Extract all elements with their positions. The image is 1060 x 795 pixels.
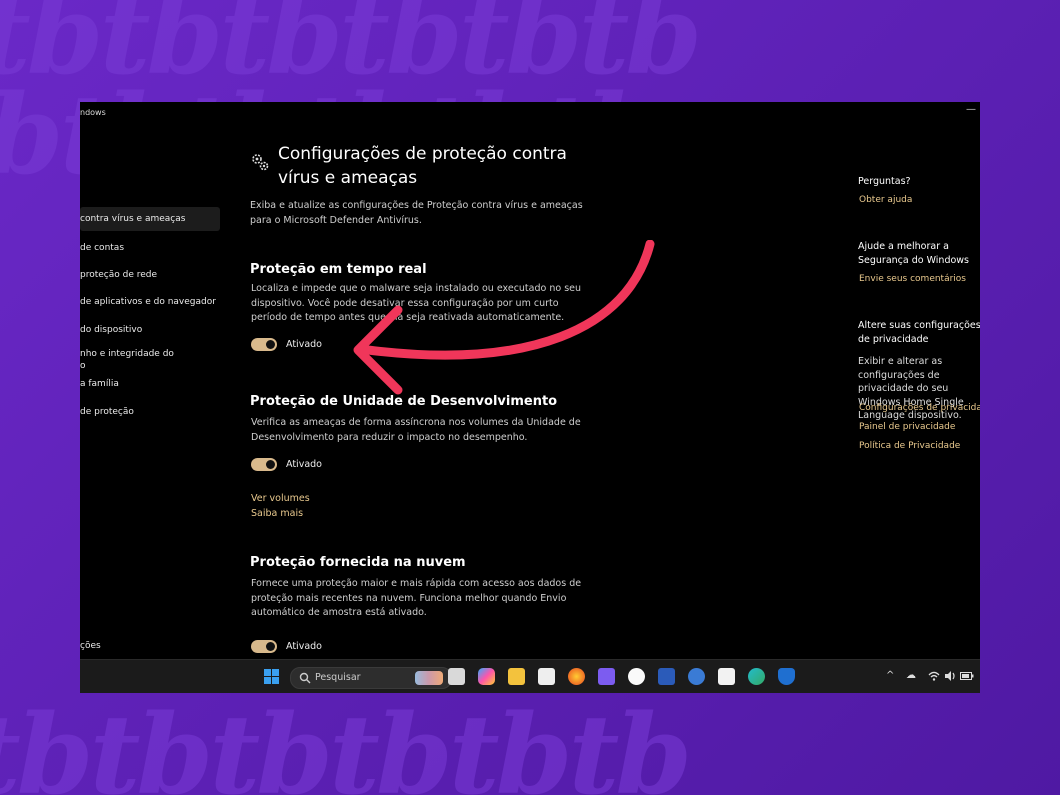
store-icon[interactable] <box>538 668 555 685</box>
page-description: Exiba e atualize as configurações de Pro… <box>250 200 583 226</box>
onedrive-icon[interactable]: ☁ <box>906 670 916 681</box>
app3-icon[interactable] <box>718 668 735 685</box>
questions-heading: Perguntas? <box>858 176 911 187</box>
cloud-description: Fornece uma proteção maior e mais rápida… <box>251 578 582 618</box>
toggle-knob <box>266 642 275 651</box>
copilot-icon[interactable] <box>478 668 495 685</box>
gears-icon <box>252 154 269 171</box>
toggle-knob <box>266 340 275 349</box>
annotation-arrow <box>353 240 655 395</box>
task-view-icon[interactable] <box>448 668 465 685</box>
edge-icon[interactable] <box>748 668 765 685</box>
minimize-button[interactable]: — <box>966 104 976 115</box>
title-bar: ndows — <box>80 102 980 126</box>
devdrive-toggle[interactable] <box>251 458 277 471</box>
sidebar-item-virus[interactable]: contra vírus e ameaças <box>80 207 220 231</box>
search-placeholder: Pesquisar <box>315 672 361 683</box>
toggle-knob <box>266 460 275 469</box>
word-icon[interactable] <box>658 668 675 685</box>
privacy-policy-link[interactable]: Política de Privacidade <box>859 441 960 451</box>
sidebar-item-accounts[interactable]: de contas <box>80 236 220 260</box>
firefox-icon[interactable] <box>568 668 585 685</box>
battery-icon[interactable] <box>960 672 974 680</box>
sidebar-item-apps[interactable]: de aplicativos e do navegador <box>80 290 220 314</box>
app2-icon[interactable] <box>688 668 705 685</box>
defender-icon[interactable] <box>778 668 795 685</box>
windows-start-icon[interactable] <box>263 668 280 685</box>
sidebar-item-network[interactable]: proteção de rede <box>80 263 220 287</box>
tray-chevron-icon[interactable]: ^ <box>886 670 894 681</box>
improve-heading: Ajude a melhorar a Segurança do Windows <box>858 241 970 266</box>
cloud-toggle[interactable] <box>251 640 277 653</box>
sidebar-item-history[interactable]: de proteção <box>80 400 220 424</box>
realtime-toggle[interactable] <box>251 338 277 351</box>
cloud-toggle-label: Ativado <box>286 641 322 652</box>
itunes-icon[interactable] <box>628 668 645 685</box>
sidebar-item-device[interactable]: do dispositivo <box>80 318 220 342</box>
sidebar-item-family[interactable]: a família <box>80 372 220 396</box>
taskbar-search[interactable]: Pesquisar <box>290 667 452 689</box>
window-title: ndows <box>80 108 106 117</box>
realtime-toggle-label: Ativado <box>286 339 322 350</box>
taskbar: Pesquisar ^ ☁ <box>80 659 980 693</box>
app-icon[interactable] <box>598 668 615 685</box>
sidebar-item-settings[interactable]: ções <box>80 634 140 658</box>
devdrive-toggle-label: Ativado <box>286 459 322 470</box>
get-help-link[interactable]: Obter ajuda <box>859 195 912 205</box>
learn-more-link[interactable]: Saiba mais <box>251 508 303 519</box>
wifi-icon[interactable] <box>928 671 940 681</box>
devdrive-description: Verifica as ameaças de forma assíncrona … <box>251 417 581 443</box>
cloud-heading: Proteção fornecida na nuvem <box>250 555 466 570</box>
search-highlight-icon <box>415 671 443 685</box>
privacy-heading: Altere suas configurações de privacidade <box>858 320 980 345</box>
privacy-dashboard-link[interactable]: Painel de privacidade <box>859 422 955 432</box>
page-title: Configurações de proteção contra vírus e… <box>278 144 567 188</box>
defender-window: ndows — contra vírus e ameaças de contas… <box>80 102 980 693</box>
file-explorer-icon[interactable] <box>508 668 525 685</box>
search-icon <box>299 672 311 684</box>
privacy-settings-link[interactable]: Configurações de privacidade <box>859 403 980 413</box>
view-volumes-link[interactable]: Ver volumes <box>251 493 310 504</box>
feedback-link[interactable]: Envie seus comentários <box>859 274 966 284</box>
volume-icon[interactable] <box>944 671 956 681</box>
